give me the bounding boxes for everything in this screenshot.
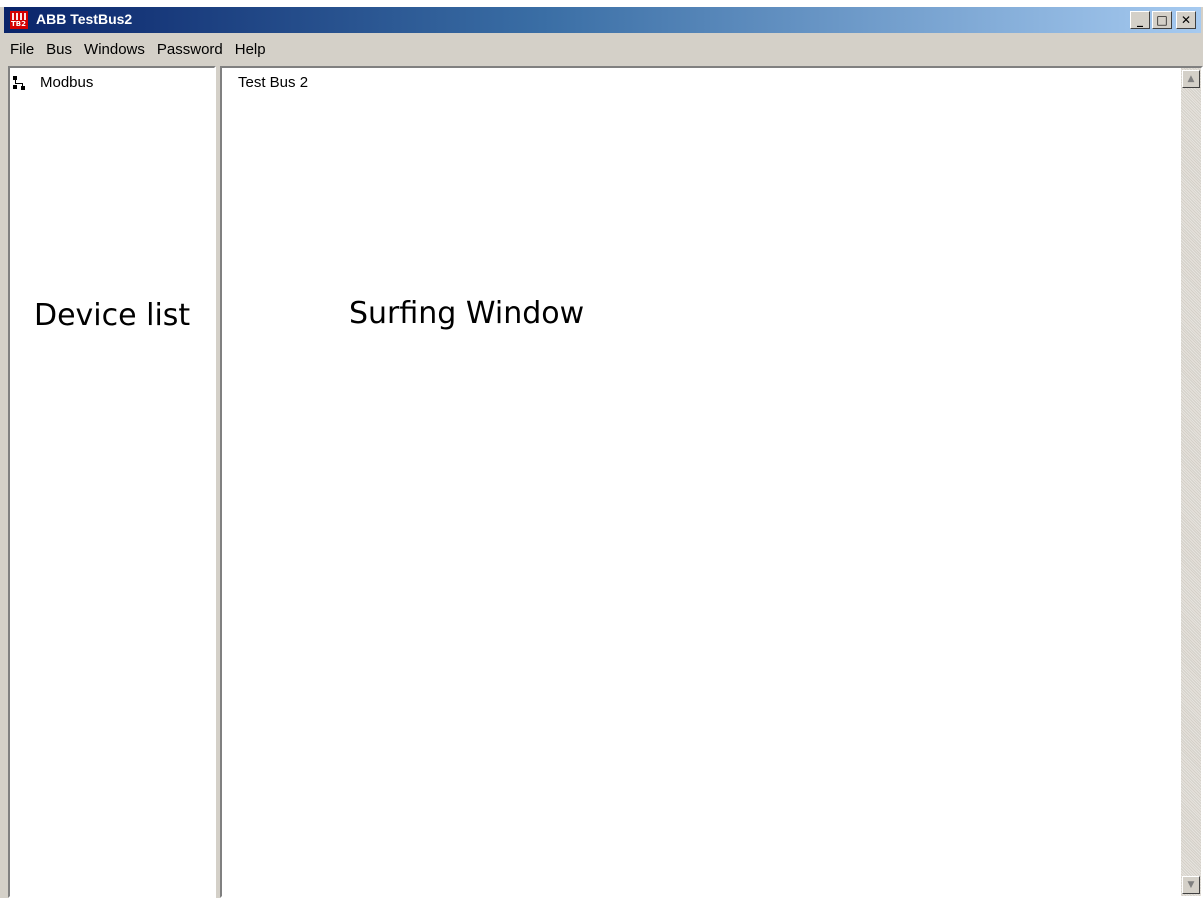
surfing-window-pane[interactable]: Test Bus 2 Surfing Window ▲ ▼ (220, 66, 1203, 898)
menu-help[interactable]: Help (229, 41, 272, 58)
menu-bar: File Bus Windows Password Help (4, 36, 272, 62)
scroll-down-button[interactable]: ▼ (1182, 876, 1200, 894)
menu-password[interactable]: Password (151, 41, 229, 58)
title-bar[interactable]: TB2 ABB TestBus2 _ □ ✕ (4, 7, 1201, 33)
top-strip (0, 0, 1203, 7)
scroll-up-button[interactable]: ▲ (1182, 70, 1200, 88)
device-list-pane[interactable]: Modbus Device list (8, 66, 216, 898)
app-icon: TB2 (10, 11, 28, 29)
close-button[interactable]: ✕ (1176, 11, 1196, 29)
surfing-window-caption: Surfing Window (349, 296, 585, 331)
menu-bus[interactable]: Bus (40, 41, 78, 58)
surfing-window-heading: Test Bus 2 (238, 74, 309, 91)
minimize-button[interactable]: _ (1130, 11, 1150, 29)
tree-item-modbus[interactable]: Modbus (12, 74, 93, 91)
device-list-caption: Device list (34, 298, 191, 333)
menu-file[interactable]: File (4, 41, 40, 58)
menu-windows[interactable]: Windows (78, 41, 151, 58)
maximize-button[interactable]: □ (1152, 11, 1172, 29)
network-icon (12, 75, 26, 90)
vertical-scrollbar[interactable]: ▲ ▼ (1181, 68, 1201, 896)
tree-item-label: Modbus (40, 74, 94, 91)
window-title: ABB TestBus2 (36, 11, 133, 27)
window-controls: _ □ ✕ (1128, 11, 1196, 29)
